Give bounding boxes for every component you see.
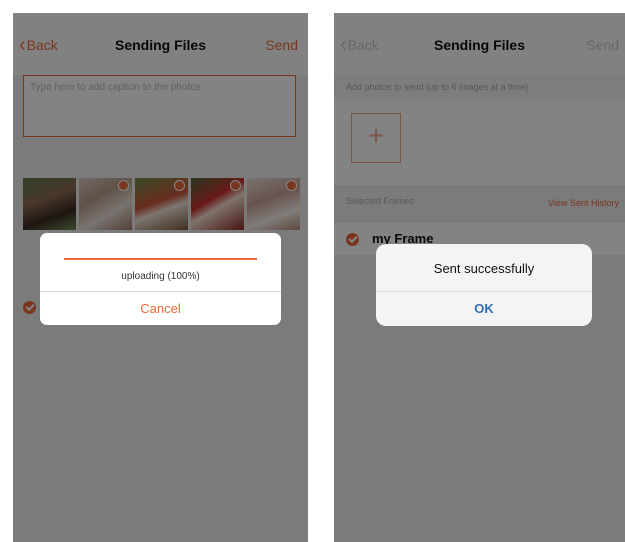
ok-button[interactable]: OK bbox=[376, 292, 592, 326]
left-phone-screen: ‹ Back Sending Files Send Type here to a… bbox=[13, 13, 308, 542]
alert-message: Sent successfully bbox=[433, 261, 535, 276]
upload-dialog: uploading (100%) Cancel bbox=[40, 233, 281, 325]
progress-fill bbox=[64, 258, 257, 260]
cancel-button[interactable]: Cancel bbox=[40, 292, 281, 325]
right-phone-screen: ‹ Back Sending Files Send Add photos to … bbox=[334, 13, 625, 542]
upload-status: uploading (100%) bbox=[121, 271, 200, 282]
sent-alert: Sent successfully OK bbox=[376, 244, 592, 326]
upload-progress-bar bbox=[64, 258, 257, 260]
